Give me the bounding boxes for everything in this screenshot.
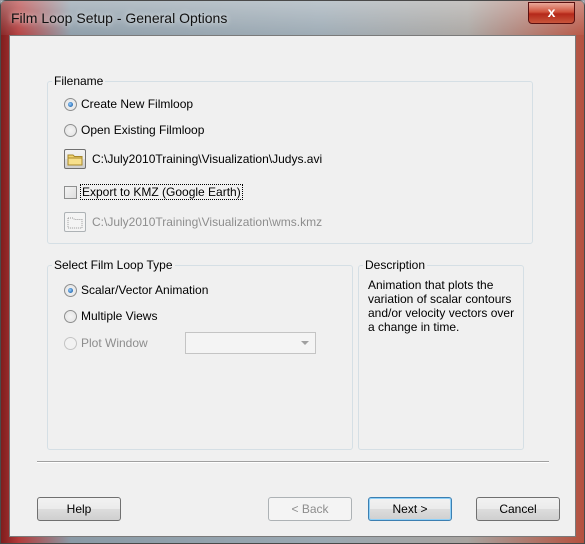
filmloop-file-path: C:\July2010Training\Visualization\Judys.…: [92, 152, 323, 166]
description-group-legend: Description: [365, 258, 426, 272]
plot-window-select: [185, 332, 316, 354]
open-existing-filmloop-radio[interactable]: [64, 123, 77, 137]
export-kmz-label: Export to KMZ (Google Earth): [80, 184, 243, 200]
create-new-filmloop-radio[interactable]: [64, 97, 77, 111]
multiple-views-radio[interactable]: [64, 309, 77, 323]
help-button[interactable]: Help: [37, 497, 121, 521]
back-button: < Back: [268, 497, 352, 521]
create-new-filmloop-label: Create New Filmloop: [81, 97, 194, 111]
export-kmz-option[interactable]: Export to KMZ (Google Earth): [64, 184, 243, 200]
plot-window-label: Plot Window: [81, 336, 148, 350]
close-icon: x: [547, 4, 556, 20]
next-button-label: Next >: [392, 502, 428, 516]
help-button-label: Help: [66, 502, 92, 516]
folder-icon: [67, 217, 83, 228]
scalar-vector-animation-option[interactable]: Scalar/Vector Animation: [64, 283, 208, 297]
cancel-button[interactable]: Cancel: [476, 497, 560, 521]
window-title: Film Loop Setup - General Options: [11, 10, 228, 26]
filename-group-legend: Filename: [54, 74, 104, 88]
browse-filmloop-button[interactable]: [64, 149, 86, 169]
browse-kmz-button[interactable]: [64, 212, 86, 232]
multiple-views-label: Multiple Views: [81, 309, 158, 323]
back-button-label: < Back: [291, 502, 329, 516]
export-kmz-checkbox[interactable]: [64, 185, 77, 199]
plot-window-option: Plot Window: [64, 336, 148, 350]
scalar-vector-animation-label: Scalar/Vector Animation: [81, 283, 209, 297]
footer-separator: [37, 461, 549, 463]
kmz-file-row: C:\July2010Training\Visualization\wms.km…: [64, 212, 322, 232]
folder-open-icon: [67, 154, 83, 165]
cancel-button-label: Cancel: [499, 502, 537, 516]
next-button[interactable]: Next >: [368, 497, 452, 521]
close-button[interactable]: x: [528, 2, 575, 24]
title-bar[interactable]: Film Loop Setup - General Options x: [1, 1, 584, 35]
dialog-client-area: Filename Create New Filmloop Open Existi…: [9, 35, 576, 537]
create-new-filmloop-option[interactable]: Create New Filmloop: [64, 97, 193, 111]
film-loop-type-group-legend: Select Film Loop Type: [54, 258, 173, 272]
filmloop-file-row: C:\July2010Training\Visualization\Judys.…: [64, 149, 322, 169]
scalar-vector-animation-radio[interactable]: [64, 283, 77, 297]
chevron-down-icon: [301, 341, 309, 345]
plot-window-radio: [64, 336, 77, 350]
multiple-views-option[interactable]: Multiple Views: [64, 309, 157, 323]
kmz-file-path: C:\July2010Training\Visualization\wms.km…: [92, 215, 323, 229]
open-existing-filmloop-label: Open Existing Filmloop: [81, 123, 205, 137]
dialog-window: Film Loop Setup - General Options x File…: [0, 0, 585, 544]
description-text: Animation that plots the variation of sc…: [368, 278, 515, 334]
open-existing-filmloop-option[interactable]: Open Existing Filmloop: [64, 123, 204, 137]
